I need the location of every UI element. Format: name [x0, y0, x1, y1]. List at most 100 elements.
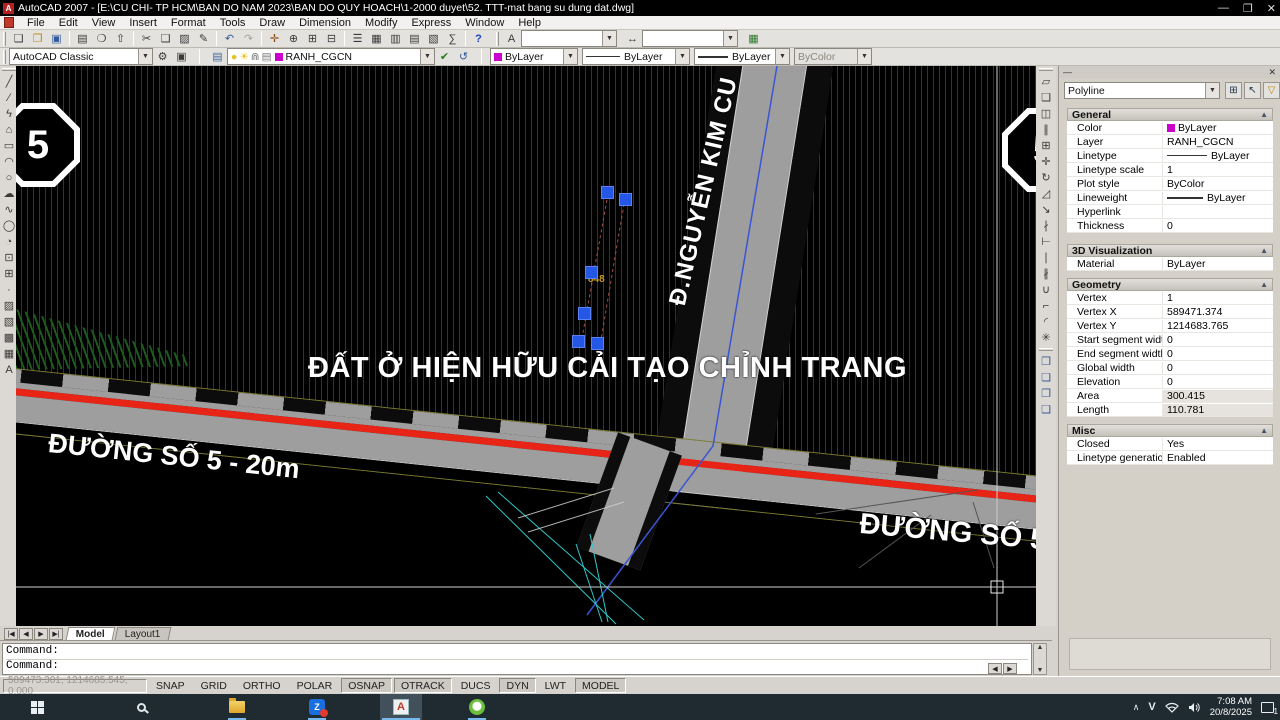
- grip-handle[interactable]: [591, 337, 604, 350]
- spline-button[interactable]: ∿: [1, 202, 18, 218]
- markup-set-manager-button[interactable]: ▧: [424, 31, 443, 47]
- layer-combo[interactable]: ● ☀ ⋒ ▤ RANH_CGCN ▼: [227, 48, 435, 65]
- restore-button[interactable]: ❐: [1243, 2, 1253, 15]
- collapse-chevron-icon[interactable]: ▲: [1260, 426, 1268, 435]
- collapse-chevron-icon[interactable]: ▲: [1260, 246, 1268, 255]
- prop-value[interactable]: ByColor: [1163, 178, 1273, 190]
- toolbar-grip[interactable]: [1039, 348, 1053, 351]
- first-tab-icon[interactable]: |◀: [4, 628, 18, 640]
- ime-indicator-icon[interactable]: V: [1148, 701, 1155, 713]
- chevron-down-icon[interactable]: ▼: [420, 49, 434, 64]
- prop-value[interactable]: 0: [1163, 220, 1273, 232]
- point-button[interactable]: ·: [1, 282, 18, 298]
- taskbar-autocad[interactable]: A: [390, 697, 412, 717]
- arc-button[interactable]: ◠: [1, 154, 18, 170]
- toggle-model[interactable]: MODEL: [575, 678, 626, 693]
- toggle-dyn[interactable]: DYN: [499, 678, 535, 693]
- taskbar-browser[interactable]: [466, 697, 488, 717]
- undo-button[interactable]: ↶: [220, 31, 239, 47]
- hatch-button[interactable]: ▨: [1, 298, 18, 314]
- workspace-combo[interactable]: AutoCAD Classic▼: [9, 48, 153, 65]
- toggle-pickadd-button[interactable]: ⊞: [1225, 82, 1242, 99]
- text-style-button[interactable]: A: [502, 31, 521, 47]
- prop-value[interactable]: 589471.374: [1163, 306, 1273, 318]
- menu-insert[interactable]: Insert: [122, 17, 164, 29]
- gradient-button[interactable]: ▧: [1, 314, 18, 330]
- make-object-layer-current-button[interactable]: ✔: [435, 49, 454, 65]
- toolbar-grip[interactable]: [3, 32, 6, 46]
- construction-line-button[interactable]: ∕: [1, 90, 18, 106]
- last-tab-icon[interactable]: ▶|: [49, 628, 63, 640]
- chevron-down-icon[interactable]: ▼: [1205, 83, 1219, 98]
- object-type-combo[interactable]: Polyline▼: [1064, 82, 1220, 99]
- make-block-button[interactable]: ⊞: [1, 266, 18, 282]
- clock[interactable]: 7:08 AM 20/8/2025: [1210, 696, 1252, 718]
- collapse-chevron-icon[interactable]: ▲: [1260, 280, 1268, 289]
- offset-button[interactable]: ∥: [1038, 122, 1055, 138]
- send-under-button[interactable]: ❑: [1038, 402, 1055, 418]
- circle-button[interactable]: ○: [1, 170, 18, 186]
- taskbar-search-button[interactable]: [130, 697, 152, 717]
- explode-button[interactable]: ✳: [1038, 330, 1055, 346]
- help-button[interactable]: ?: [469, 31, 488, 47]
- collapse-chevron-icon[interactable]: ▲: [1260, 110, 1268, 119]
- redo-button[interactable]: ↷: [239, 31, 258, 47]
- ellipse-button[interactable]: ◯: [1, 218, 18, 234]
- coordinate-readout[interactable]: 589473.301, 1214685.545, 0.000: [3, 679, 147, 693]
- section-header[interactable]: General▲: [1067, 108, 1273, 121]
- scroll-up-icon[interactable]: ▲: [1037, 644, 1044, 651]
- sheet-set-manager-button[interactable]: ▤: [405, 31, 424, 47]
- taskbar-messenger-app[interactable]: Z: [306, 697, 328, 717]
- copy-button[interactable]: ❑: [1038, 90, 1055, 106]
- polyline-button[interactable]: ϟ: [1, 106, 18, 122]
- prop-value[interactable]: Enabled: [1163, 452, 1273, 464]
- join-button[interactable]: ∪: [1038, 282, 1055, 298]
- tab-layout1[interactable]: Layout1: [115, 627, 171, 640]
- scale-button[interactable]: ◿: [1038, 186, 1055, 202]
- layer-lock-icon[interactable]: ⋒: [251, 51, 260, 63]
- extend-button[interactable]: ⊢: [1038, 234, 1055, 250]
- prop-value[interactable]: ByLayer: [1163, 122, 1273, 134]
- send-to-back-button[interactable]: ❏: [1038, 370, 1055, 386]
- prev-tab-icon[interactable]: ◀: [19, 628, 33, 640]
- zoom-window-button[interactable]: ⊞: [303, 31, 322, 47]
- chevron-down-icon[interactable]: ▼: [563, 49, 577, 64]
- taskbar-file-explorer[interactable]: [226, 697, 248, 717]
- chevron-down-icon[interactable]: ▼: [675, 49, 689, 64]
- chevron-down-icon[interactable]: ▼: [723, 31, 737, 46]
- grip-handle[interactable]: [572, 335, 585, 348]
- tray-chevron-icon[interactable]: ∧: [1133, 702, 1140, 713]
- open-button[interactable]: ❐: [28, 31, 47, 47]
- palette-collapse-icon[interactable]: —: [1063, 67, 1072, 77]
- quickcalc-button[interactable]: ∑: [443, 31, 462, 47]
- paste-button[interactable]: ▨: [175, 31, 194, 47]
- next-tab-icon[interactable]: ▶: [34, 628, 48, 640]
- rotate-button[interactable]: ↻: [1038, 170, 1055, 186]
- rectangle-button[interactable]: ▭: [1, 138, 18, 154]
- command-input-area[interactable]: Command: Command:: [2, 643, 1032, 675]
- chevron-down-icon[interactable]: ▼: [602, 31, 616, 46]
- chamfer-button[interactable]: ⌐: [1038, 298, 1055, 314]
- menu-edit[interactable]: Edit: [52, 17, 85, 29]
- linetype-control-combo[interactable]: ByLayer▼: [582, 48, 690, 65]
- scroll-left-icon[interactable]: ◀: [988, 663, 1002, 674]
- close-button[interactable]: ✕: [1267, 2, 1276, 15]
- text-style-combo[interactable]: ▼: [521, 30, 617, 47]
- move-button[interactable]: ✛: [1038, 154, 1055, 170]
- menu-format[interactable]: Format: [164, 17, 213, 29]
- menu-draw[interactable]: Draw: [252, 17, 292, 29]
- speaker-icon[interactable]: [1188, 702, 1201, 713]
- qnew-button[interactable]: ❏: [9, 31, 28, 47]
- menu-help[interactable]: Help: [511, 17, 548, 29]
- chevron-down-icon[interactable]: ▼: [775, 49, 789, 64]
- dim-style-button[interactable]: ↔: [623, 31, 642, 47]
- dim-style-combo[interactable]: ▼: [642, 30, 738, 47]
- section-header[interactable]: Geometry▲: [1067, 278, 1273, 291]
- prop-value[interactable]: ByLayer: [1163, 258, 1273, 270]
- menu-file[interactable]: File: [20, 17, 52, 29]
- mtext-button[interactable]: A: [1, 362, 18, 378]
- bring-to-front-button[interactable]: ❒: [1038, 354, 1055, 370]
- table-button[interactable]: ▦: [1, 346, 18, 362]
- start-button[interactable]: [26, 697, 48, 717]
- pan-button[interactable]: ✛: [265, 31, 284, 47]
